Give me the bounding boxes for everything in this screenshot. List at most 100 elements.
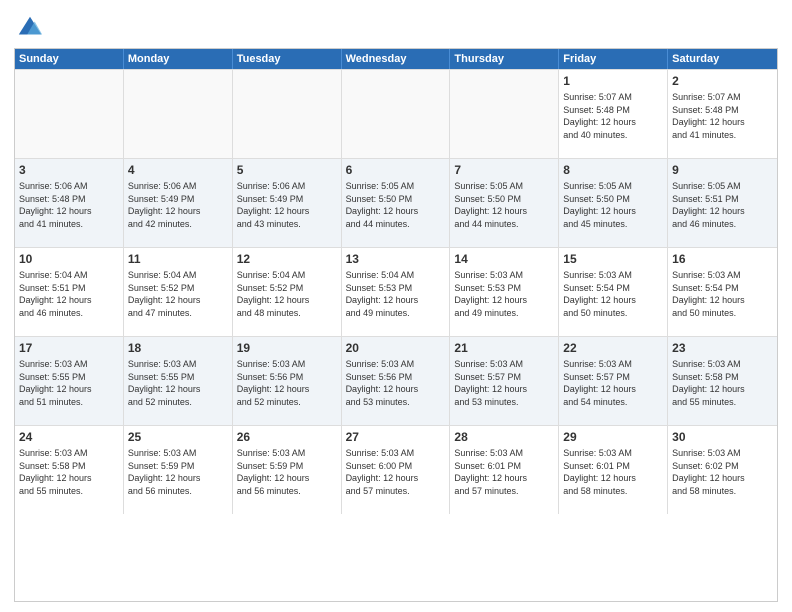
- day-number: 12: [237, 251, 337, 267]
- calendar-row-5: 24 Sunrise: 5:03 AM Sunset: 5:58 PM Dayli…: [15, 425, 777, 514]
- cell-info: Sunrise: 5:04 AM Sunset: 5:51 PM Dayligh…: [19, 269, 119, 319]
- calendar-cell: [342, 70, 451, 158]
- calendar-cell: 26Sunrise: 5:03 AM Sunset: 5:59 PM Dayli…: [233, 426, 342, 514]
- day-number: 6: [346, 162, 446, 178]
- header: [14, 10, 778, 42]
- day-number: 23: [672, 340, 773, 356]
- cell-info: Sunrise: 5:04 AM Sunset: 5:52 PM Dayligh…: [237, 269, 337, 319]
- calendar-row-4: 17 Sunrise: 5:03 AM Sunset: 5:55 PM Dayli…: [15, 336, 777, 425]
- cell-info: Sunrise: 5:03 AM Sunset: 5:56 PM Dayligh…: [346, 358, 446, 408]
- cell-info: Sunrise: 5:05 AM Sunset: 5:50 PM Dayligh…: [346, 180, 446, 230]
- calendar-row-1: 1 Sunrise: 5:07 AM Sunset: 5:48 PM Daylig…: [15, 69, 777, 158]
- day-number: 7: [454, 162, 554, 178]
- cell-info: Sunrise: 5:04 AM Sunset: 5:53 PM Dayligh…: [346, 269, 446, 319]
- day-number: 21: [454, 340, 554, 356]
- cell-info: Sunrise: 5:03 AM Sunset: 6:02 PM Dayligh…: [672, 447, 773, 497]
- day-number: 16: [672, 251, 773, 267]
- logo-icon: [16, 14, 44, 42]
- calendar-cell: 20 Sunrise: 5:03 AM Sunset: 5:56 PM Dayli…: [342, 337, 451, 425]
- cell-info: Sunrise: 5:06 AM Sunset: 5:49 PM Dayligh…: [128, 180, 228, 230]
- day-number: 30: [672, 429, 773, 445]
- cell-info: Sunrise: 5:03 AM Sunset: 5:54 PM Dayligh…: [672, 269, 773, 319]
- calendar-cell: 9Sunrise: 5:05 AM Sunset: 5:51 PM Daylig…: [668, 159, 777, 247]
- calendar-cell: 1 Sunrise: 5:07 AM Sunset: 5:48 PM Daylig…: [559, 70, 668, 158]
- cell-info: Sunrise: 5:03 AM Sunset: 6:01 PM Dayligh…: [454, 447, 554, 497]
- weekday-header-saturday: Saturday: [668, 49, 777, 69]
- cell-info: Sunrise: 5:03 AM Sunset: 5:53 PM Dayligh…: [454, 269, 554, 319]
- day-number: 24: [19, 429, 119, 445]
- cell-info: Sunrise: 5:05 AM Sunset: 5:50 PM Dayligh…: [454, 180, 554, 230]
- cell-info: Sunrise: 5:03 AM Sunset: 6:01 PM Dayligh…: [563, 447, 663, 497]
- calendar-cell: 29Sunrise: 5:03 AM Sunset: 6:01 PM Dayli…: [559, 426, 668, 514]
- day-number: 11: [128, 251, 228, 267]
- cell-info: Sunrise: 5:04 AM Sunset: 5:52 PM Dayligh…: [128, 269, 228, 319]
- day-number: 2: [672, 73, 773, 89]
- calendar-cell: 7 Sunrise: 5:05 AM Sunset: 5:50 PM Daylig…: [450, 159, 559, 247]
- calendar-cell: 28 Sunrise: 5:03 AM Sunset: 6:01 PM Dayli…: [450, 426, 559, 514]
- calendar-cell: 10 Sunrise: 5:04 AM Sunset: 5:51 PM Dayli…: [15, 248, 124, 336]
- weekday-header-friday: Friday: [559, 49, 668, 69]
- weekday-header-wednesday: Wednesday: [342, 49, 451, 69]
- day-number: 10: [19, 251, 119, 267]
- day-number: 18: [128, 340, 228, 356]
- calendar-cell: 27Sunrise: 5:03 AM Sunset: 6:00 PM Dayli…: [342, 426, 451, 514]
- weekday-header-monday: Monday: [124, 49, 233, 69]
- calendar-cell: 17 Sunrise: 5:03 AM Sunset: 5:55 PM Dayli…: [15, 337, 124, 425]
- cell-info: Sunrise: 5:03 AM Sunset: 5:58 PM Dayligh…: [19, 447, 119, 497]
- calendar-cell: 8Sunrise: 5:05 AM Sunset: 5:50 PM Daylig…: [559, 159, 668, 247]
- calendar-header: SundayMondayTuesdayWednesdayThursdayFrid…: [15, 49, 777, 69]
- cell-info: Sunrise: 5:07 AM Sunset: 5:48 PM Dayligh…: [563, 91, 663, 141]
- calendar-cell: 13 Sunrise: 5:04 AM Sunset: 5:53 PM Dayli…: [342, 248, 451, 336]
- cell-info: Sunrise: 5:03 AM Sunset: 6:00 PM Dayligh…: [346, 447, 446, 497]
- cell-info: Sunrise: 5:03 AM Sunset: 5:56 PM Dayligh…: [237, 358, 337, 408]
- calendar-cell: 30 Sunrise: 5:03 AM Sunset: 6:02 PM Dayli…: [668, 426, 777, 514]
- weekday-header-sunday: Sunday: [15, 49, 124, 69]
- day-number: 13: [346, 251, 446, 267]
- calendar-cell: 25 Sunrise: 5:03 AM Sunset: 5:59 PM Dayli…: [124, 426, 233, 514]
- calendar-cell: 12 Sunrise: 5:04 AM Sunset: 5:52 PM Dayli…: [233, 248, 342, 336]
- calendar-cell: 23 Sunrise: 5:03 AM Sunset: 5:58 PM Dayli…: [668, 337, 777, 425]
- calendar-cell: 24 Sunrise: 5:03 AM Sunset: 5:58 PM Dayli…: [15, 426, 124, 514]
- day-number: 19: [237, 340, 337, 356]
- weekday-header-thursday: Thursday: [450, 49, 559, 69]
- calendar: SundayMondayTuesdayWednesdayThursdayFrid…: [14, 48, 778, 602]
- calendar-cell: 21 Sunrise: 5:03 AM Sunset: 5:57 PM Dayli…: [450, 337, 559, 425]
- cell-info: Sunrise: 5:07 AM Sunset: 5:48 PM Dayligh…: [672, 91, 773, 141]
- calendar-cell: 3Sunrise: 5:06 AM Sunset: 5:48 PM Daylig…: [15, 159, 124, 247]
- cell-info: Sunrise: 5:03 AM Sunset: 5:57 PM Dayligh…: [563, 358, 663, 408]
- calendar-row-3: 10 Sunrise: 5:04 AM Sunset: 5:51 PM Dayli…: [15, 247, 777, 336]
- cell-info: Sunrise: 5:03 AM Sunset: 5:58 PM Dayligh…: [672, 358, 773, 408]
- page: SundayMondayTuesdayWednesdayThursdayFrid…: [0, 0, 792, 612]
- calendar-cell: 11 Sunrise: 5:04 AM Sunset: 5:52 PM Dayli…: [124, 248, 233, 336]
- calendar-cell: 15 Sunrise: 5:03 AM Sunset: 5:54 PM Dayli…: [559, 248, 668, 336]
- calendar-cell: 16 Sunrise: 5:03 AM Sunset: 5:54 PM Dayli…: [668, 248, 777, 336]
- cell-info: Sunrise: 5:05 AM Sunset: 5:50 PM Dayligh…: [563, 180, 663, 230]
- logo: [14, 14, 44, 42]
- calendar-cell: 2 Sunrise: 5:07 AM Sunset: 5:48 PM Daylig…: [668, 70, 777, 158]
- cell-info: Sunrise: 5:03 AM Sunset: 5:59 PM Dayligh…: [128, 447, 228, 497]
- calendar-cell: 14Sunrise: 5:03 AM Sunset: 5:53 PM Dayli…: [450, 248, 559, 336]
- day-number: 3: [19, 162, 119, 178]
- cell-info: Sunrise: 5:05 AM Sunset: 5:51 PM Dayligh…: [672, 180, 773, 230]
- calendar-cell: 6 Sunrise: 5:05 AM Sunset: 5:50 PM Daylig…: [342, 159, 451, 247]
- calendar-body: 1 Sunrise: 5:07 AM Sunset: 5:48 PM Daylig…: [15, 69, 777, 514]
- cell-info: Sunrise: 5:06 AM Sunset: 5:49 PM Dayligh…: [237, 180, 337, 230]
- calendar-row-2: 3Sunrise: 5:06 AM Sunset: 5:48 PM Daylig…: [15, 158, 777, 247]
- day-number: 28: [454, 429, 554, 445]
- day-number: 25: [128, 429, 228, 445]
- cell-info: Sunrise: 5:03 AM Sunset: 5:54 PM Dayligh…: [563, 269, 663, 319]
- calendar-cell: 5Sunrise: 5:06 AM Sunset: 5:49 PM Daylig…: [233, 159, 342, 247]
- weekday-header-tuesday: Tuesday: [233, 49, 342, 69]
- day-number: 22: [563, 340, 663, 356]
- day-number: 15: [563, 251, 663, 267]
- calendar-cell: 22 Sunrise: 5:03 AM Sunset: 5:57 PM Dayli…: [559, 337, 668, 425]
- calendar-cell: 18Sunrise: 5:03 AM Sunset: 5:55 PM Dayli…: [124, 337, 233, 425]
- cell-info: Sunrise: 5:03 AM Sunset: 5:57 PM Dayligh…: [454, 358, 554, 408]
- cell-info: Sunrise: 5:03 AM Sunset: 5:55 PM Dayligh…: [19, 358, 119, 408]
- day-number: 20: [346, 340, 446, 356]
- day-number: 17: [19, 340, 119, 356]
- calendar-cell: [15, 70, 124, 158]
- calendar-cell: 4Sunrise: 5:06 AM Sunset: 5:49 PM Daylig…: [124, 159, 233, 247]
- calendar-cell: [450, 70, 559, 158]
- day-number: 1: [563, 73, 663, 89]
